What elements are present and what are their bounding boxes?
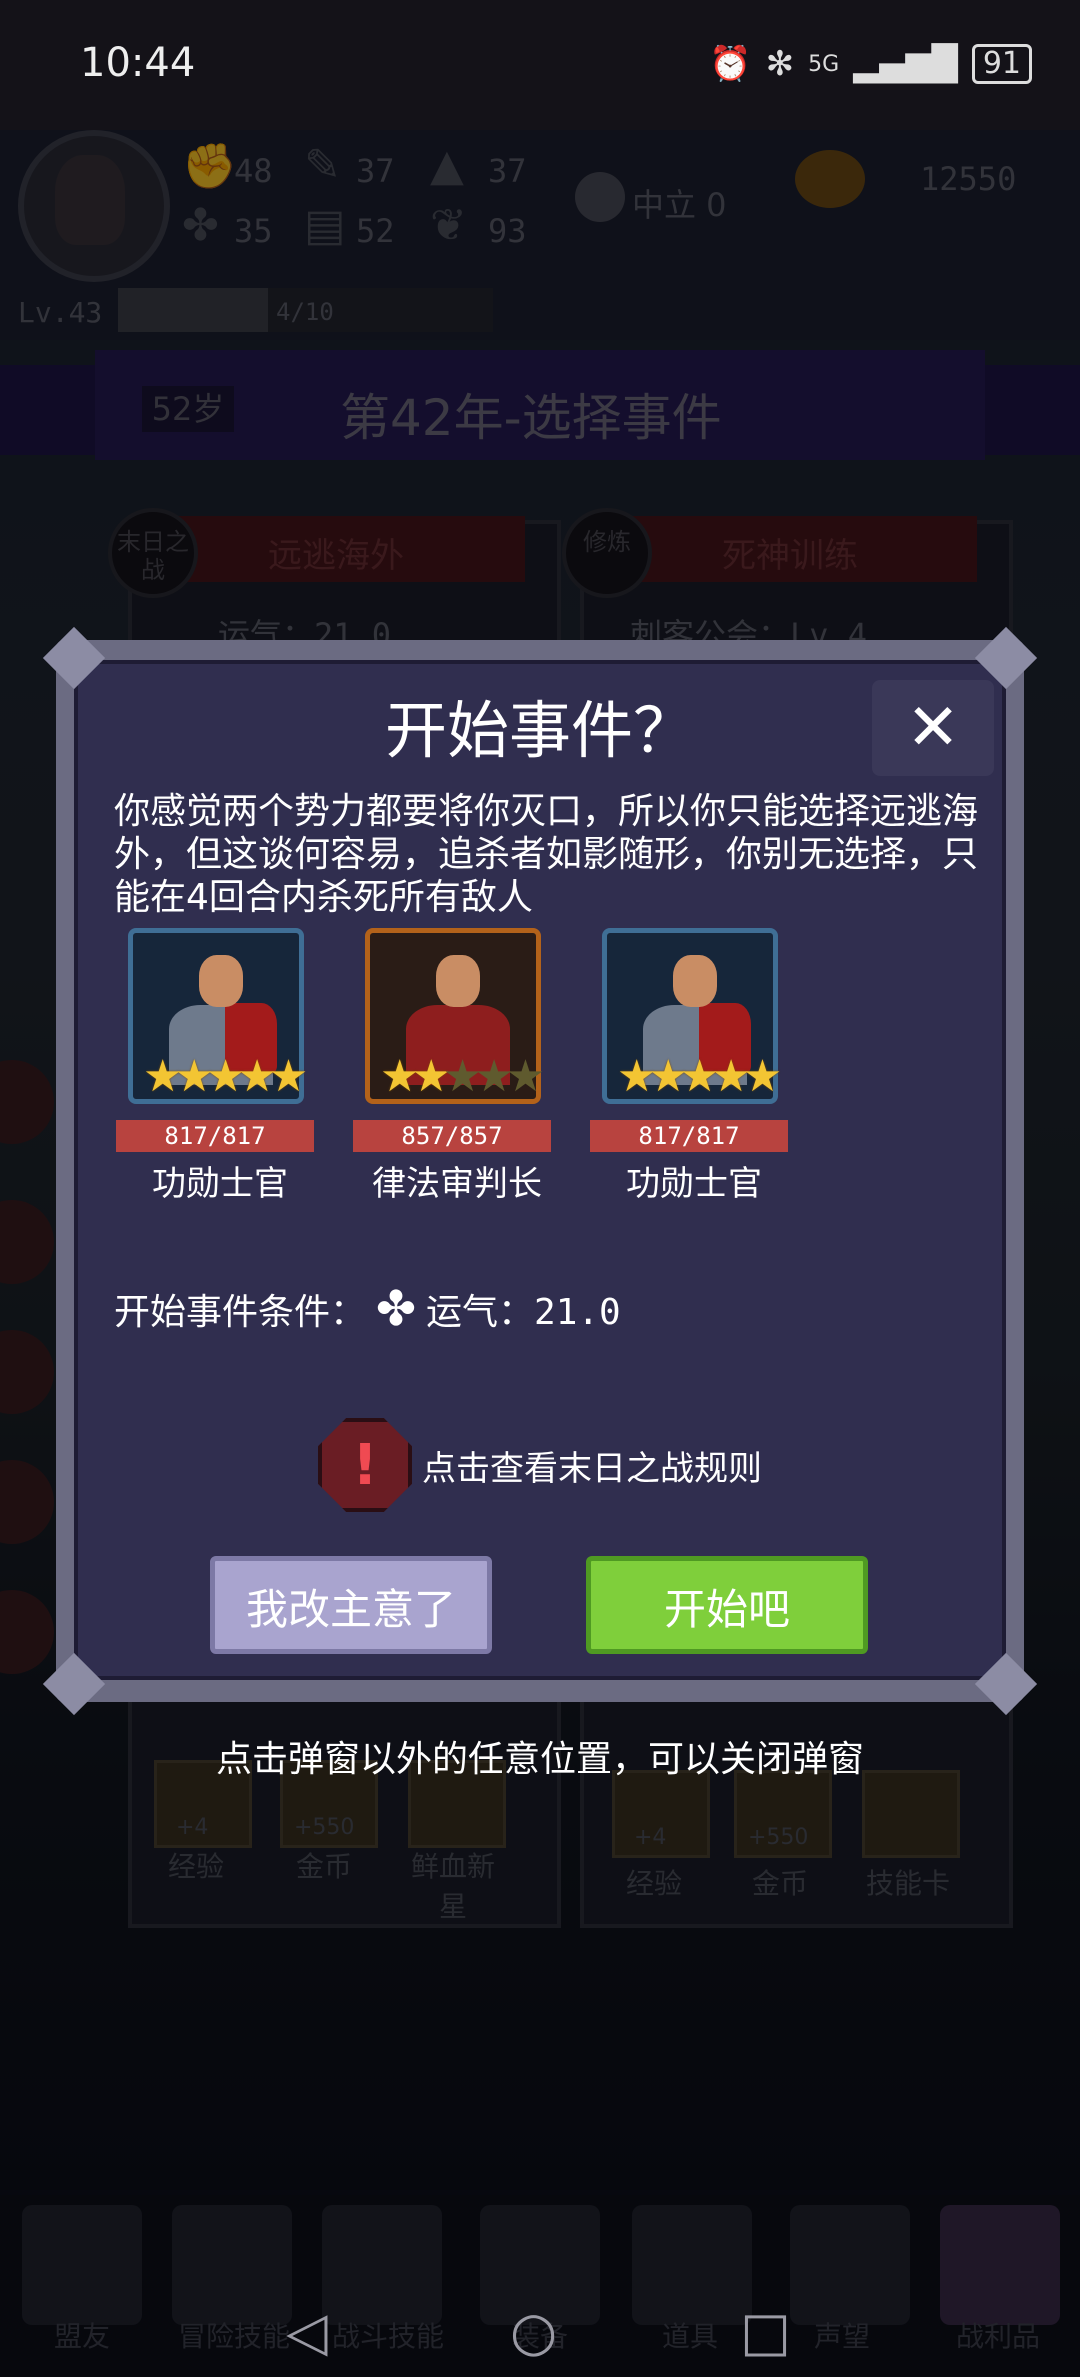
condition-label: 开始事件条件： [114,1292,367,1333]
status-bar: 10:44 ⏰ ✻ 5G ▂▄▆█ 91 [0,0,1080,130]
event-description: 你感觉两个势力都要将你灭口，所以你只能选择远逃海外，但这谈何容易，追杀者如影随形… [114,791,979,918]
start-condition: 开始事件条件： ✤ 运气：21.0 [114,1283,621,1335]
close-icon: ✕ [906,691,960,765]
fan-icon: ✻ [765,44,795,84]
enemy-unit-3[interactable]: ★★★★★ 817/817 功勋士官 [590,928,794,1204]
signal-bars-icon: ▂▄▆█ [853,44,958,84]
close-button[interactable]: ✕ [872,680,994,776]
hp-bar: 817/817 [116,1120,314,1152]
clock: 10:44 [80,40,196,86]
hp-bar: 857/857 [353,1120,551,1152]
status-icons: ⏰ ✻ 5G ▂▄▆█ 91 [709,44,1032,84]
enemy-unit-1[interactable]: ★★★★★ 817/817 功勋士官 [116,928,320,1204]
rules-link[interactable]: ! 点击查看末日之战规则 [318,1418,762,1512]
judge-head [436,955,480,1007]
knight-head [673,955,717,1007]
star-rating: ★★★★★ [380,1051,545,1102]
clover-icon: ✤ [375,1281,417,1337]
hp-bar: 817/817 [590,1120,788,1152]
rules-link-label: 点击查看末日之战规则 [422,1448,762,1489]
unit-portrait: ★★★★★ [602,928,782,1104]
unit-name: 功勋士官 [152,1164,288,1204]
knight-head [199,955,243,1007]
recents-icon[interactable]: □ [740,2300,791,2363]
warning-icon: ! [318,1418,412,1512]
unit-name: 律法审判长 [372,1164,542,1204]
back-icon[interactable]: ◁ [286,2300,328,2363]
battery-icon: 91 [971,44,1032,84]
condition-value: 运气：21.0 [426,1292,621,1333]
cancel-button[interactable]: 我改主意了 [210,1556,492,1654]
star-rating: ★★★★★ [617,1051,782,1102]
star-rating: ★★★★★ [143,1051,308,1102]
unit-name: 功勋士官 [626,1164,762,1204]
unit-portrait: ★★★★★ [365,928,545,1104]
alarm-icon: ⏰ [709,44,752,84]
home-icon[interactable]: ○ [510,2300,557,2363]
unit-portrait: ★★★★★ [128,928,308,1104]
enemy-unit-2[interactable]: ★★★★★ 857/857 律法审判长 [353,928,557,1204]
signal-icon: 5G [808,51,840,77]
dismiss-hint: 点击弹窗以外的任意位置，可以关闭弹窗 [215,1739,864,1780]
start-button[interactable]: 开始吧 [586,1556,868,1654]
